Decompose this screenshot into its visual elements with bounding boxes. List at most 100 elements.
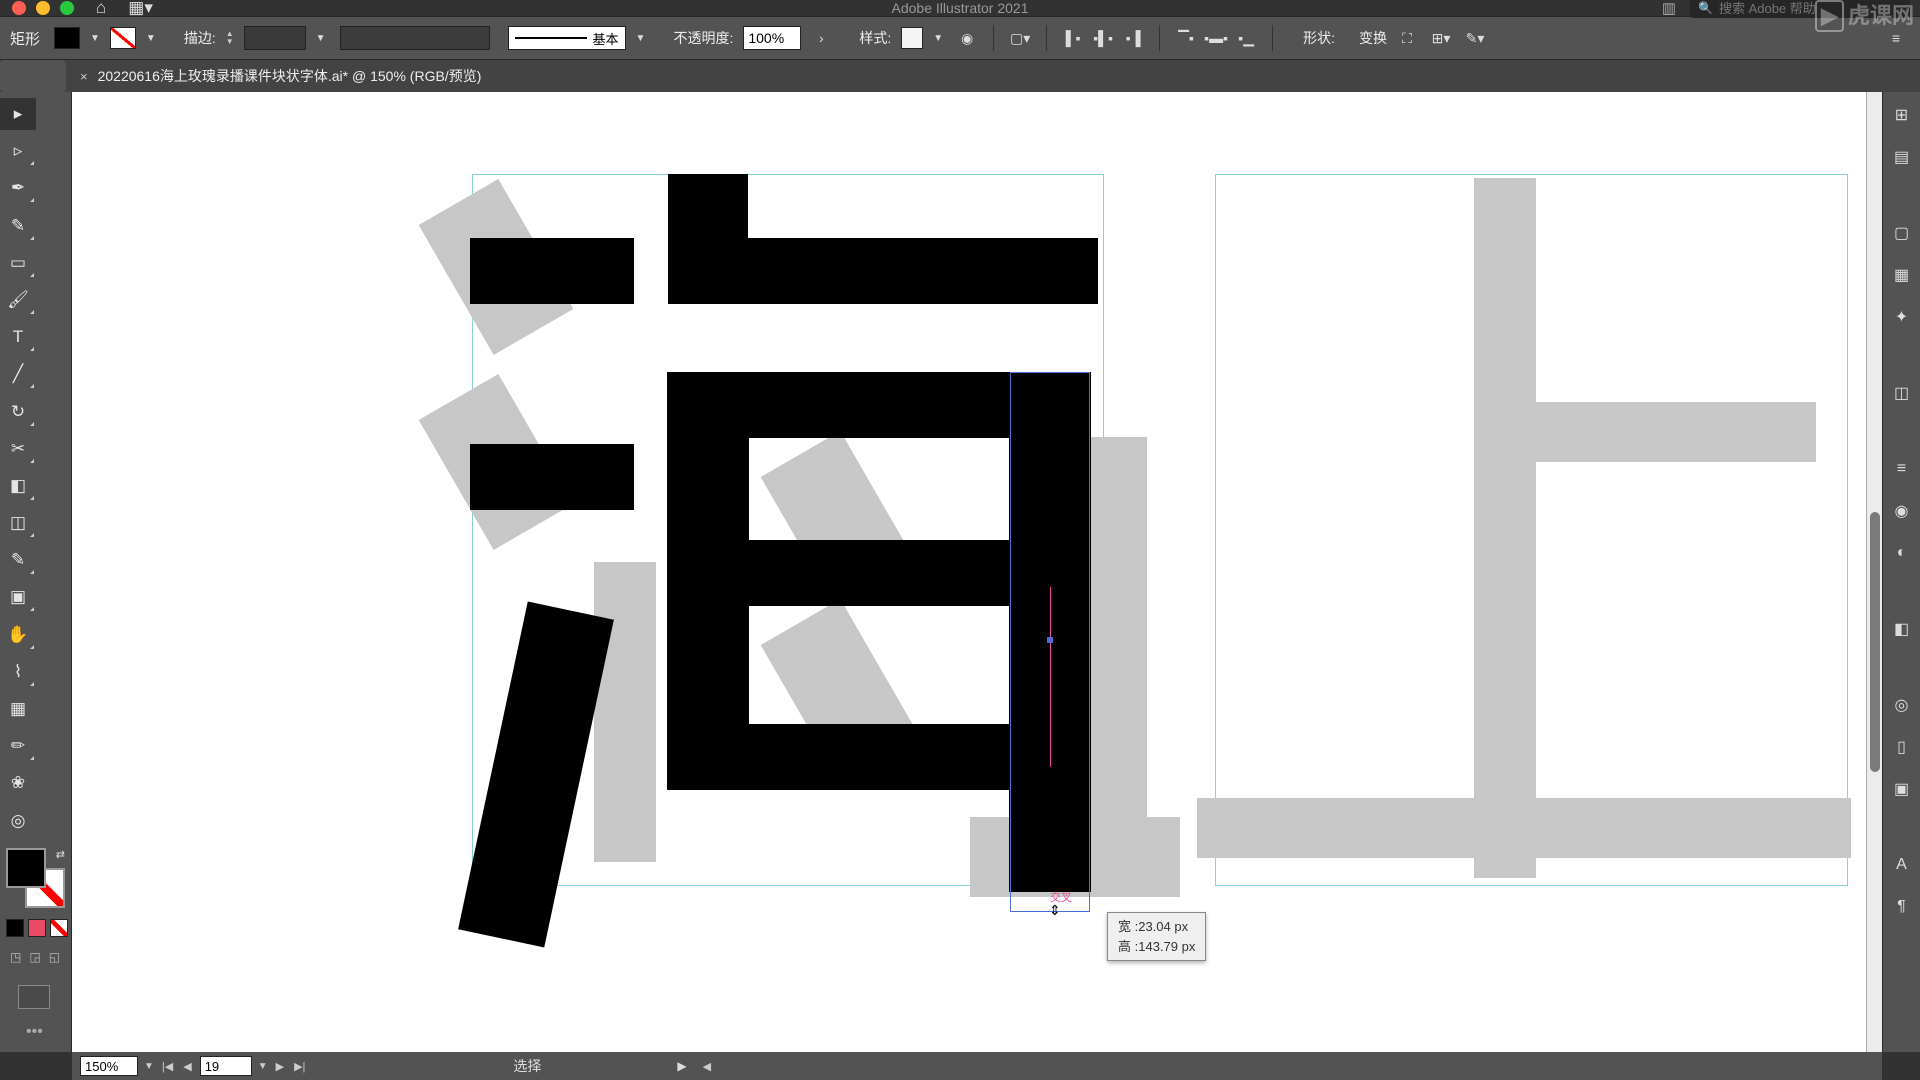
stroke-profile-input[interactable] [340, 26, 490, 50]
hand-tool[interactable]: ✋ [0, 619, 36, 651]
selection-tool[interactable]: ▸ [0, 98, 36, 130]
gradient-tool[interactable]: ▦ [0, 693, 36, 725]
tab-stub [0, 60, 66, 92]
window-close-dot[interactable] [12, 1, 26, 15]
color-panel-icon[interactable]: ◉ [1889, 498, 1915, 524]
tab-close-icon[interactable]: × [80, 69, 88, 84]
color-mode-gradient[interactable] [28, 919, 46, 937]
line-tool[interactable]: ╱ [0, 358, 36, 390]
document-tab[interactable]: × 20220616海上玫瑰录播课件块状字体.ai* @ 150% (RGB/预… [80, 66, 481, 86]
symbol-tool[interactable]: ✏ [0, 730, 36, 762]
last-artboard-btn[interactable]: ▶| [292, 1060, 307, 1073]
window-min-dot[interactable] [36, 1, 50, 15]
drawn-shape[interactable] [668, 238, 1098, 304]
stroke-swatch[interactable] [110, 27, 136, 49]
prev-artboard-btn[interactable]: ◀ [181, 1060, 193, 1073]
shape-label[interactable]: 形状: [1303, 28, 1335, 48]
layout-icon[interactable]: ▥ [1662, 0, 1676, 17]
transparency-panel-icon[interactable]: ◧ [1889, 616, 1915, 642]
swap-colors-icon[interactable]: ⇄ [56, 848, 65, 861]
pen-tool[interactable]: ✒ [0, 172, 36, 204]
stroke-stepper[interactable]: ▲▼ [226, 30, 234, 46]
scissors-tool[interactable]: ✂ [0, 433, 36, 465]
grid-icon[interactable]: ▦▾ [128, 0, 153, 18]
fill-swatch[interactable] [54, 27, 80, 49]
isolate-icon[interactable]: ⛶ [1393, 24, 1421, 52]
anchor-point[interactable] [1047, 637, 1053, 643]
freetransform-tool[interactable]: ▣ [0, 581, 36, 613]
zoom-input[interactable] [80, 1056, 138, 1076]
screen-modes[interactable]: ◳◲◱ [10, 950, 60, 969]
drawn-shape[interactable] [667, 724, 1011, 790]
paragraph-panel-icon[interactable]: ¶ [1889, 894, 1915, 920]
stroke-chevron[interactable]: ▼ [146, 33, 156, 44]
app-title: Adobe Illustrator 2021 [892, 0, 1029, 16]
align-hcenter-icon[interactable]: ▪▌▪ [1089, 24, 1117, 52]
opacity-more[interactable]: › [807, 24, 835, 52]
vertical-scrollbar[interactable] [1866, 92, 1882, 1052]
stroke-panel-icon[interactable]: ≡ [1889, 456, 1915, 482]
layers-panel-icon[interactable]: ▤ [1889, 144, 1915, 170]
shapebuilder-tool[interactable]: ◫ [0, 507, 36, 539]
zoom-chevron[interactable]: ▼ [144, 1061, 154, 1072]
search-icon: 🔍 [1698, 1, 1713, 15]
mesh-tool[interactable]: ❀ [0, 767, 36, 799]
stroke-width-input[interactable] [244, 26, 306, 50]
opacity-input[interactable] [743, 26, 801, 50]
brush-style[interactable]: 基本 [508, 26, 626, 50]
align-bottom-icon[interactable]: ▪▁ [1232, 24, 1260, 52]
help-search-input[interactable] [1719, 1, 1902, 16]
rectangle-tool[interactable]: ▭ [0, 247, 36, 279]
align-top-icon[interactable]: ▔▪ [1172, 24, 1200, 52]
align-panel-icon[interactable]: ▯ [1889, 734, 1915, 760]
window-max-dot[interactable] [60, 1, 74, 15]
drawn-shape[interactable] [749, 540, 1009, 606]
zoom-tool[interactable]: ◎ [0, 805, 36, 837]
align-right-icon[interactable]: ▪▐ [1119, 24, 1147, 52]
group-icon[interactable]: ⊞▾ [1427, 24, 1455, 52]
blend-tool[interactable]: ⌇ [0, 656, 36, 688]
eyedropper-tool[interactable]: ✎ [0, 544, 36, 576]
character-panel-icon[interactable]: A [1889, 852, 1915, 878]
symbols-panel-icon[interactable]: ◫ [1889, 380, 1915, 406]
status-mode: 选择 [513, 1056, 541, 1076]
direct-selection-tool[interactable]: ▹ [0, 135, 36, 167]
brushes-panel-icon[interactable]: ✦ [1889, 304, 1915, 330]
recolor-icon[interactable]: ◉ [953, 24, 981, 52]
libraries-panel-icon[interactable]: ▢ [1889, 220, 1915, 246]
curvature-tool[interactable]: ✎ [0, 210, 36, 242]
drawing-mode[interactable] [18, 985, 50, 1009]
drawn-shape[interactable] [470, 238, 634, 304]
fill-chevron[interactable]: ▼ [90, 33, 100, 44]
swatches-panel-icon[interactable]: ▦ [1889, 262, 1915, 288]
panel-menu-icon[interactable]: ≡ [1882, 24, 1910, 52]
properties-panel-icon[interactable]: ⊞ [1889, 102, 1915, 128]
first-artboard-btn[interactable]: |◀ [160, 1060, 175, 1073]
help-search[interactable]: 🔍 [1690, 0, 1910, 18]
artboard-number-input[interactable] [200, 1056, 252, 1076]
drawn-shape[interactable] [470, 444, 634, 510]
fill-stroke-box[interactable]: ⇄ [6, 848, 65, 908]
graphic-style-swatch[interactable] [901, 27, 923, 49]
status-play-icon[interactable]: ▶ [677, 1059, 686, 1073]
eraser-tool[interactable]: ◧ [0, 470, 36, 502]
canvas[interactable]: 交叉 ⇕ 宽 :23.04 px 高 :143.79 px [72, 92, 1882, 1052]
appearance-panel-icon[interactable]: ◎ [1889, 692, 1915, 718]
toolbox-more[interactable]: ••• [26, 1023, 43, 1046]
home-icon[interactable]: ⌂ [96, 0, 106, 18]
status-scroll-left[interactable]: ◀ [701, 1060, 713, 1073]
pathfinder-panel-icon[interactable]: ▣ [1889, 776, 1915, 802]
paintbrush-tool[interactable]: 🖌 [0, 284, 36, 316]
align-artboard-icon[interactable]: ▢▾ [1006, 24, 1034, 52]
next-artboard-btn[interactable]: ▶ [274, 1060, 286, 1073]
color-mode-solid[interactable] [6, 919, 24, 937]
gradient-panel-icon[interactable]: ◐ [1889, 540, 1915, 566]
type-tool[interactable]: T [0, 321, 36, 353]
rotate-tool[interactable]: ↻ [0, 396, 36, 428]
transform-label[interactable]: 变换 [1359, 28, 1387, 48]
artboard-chevron[interactable]: ▼ [258, 1061, 268, 1072]
align-left-icon[interactable]: ▌▪ [1059, 24, 1087, 52]
align-vcenter-icon[interactable]: ▪▬▪ [1202, 24, 1230, 52]
color-mode-none[interactable] [50, 919, 68, 937]
arrange-icon[interactable]: ✎▾ [1461, 24, 1489, 52]
